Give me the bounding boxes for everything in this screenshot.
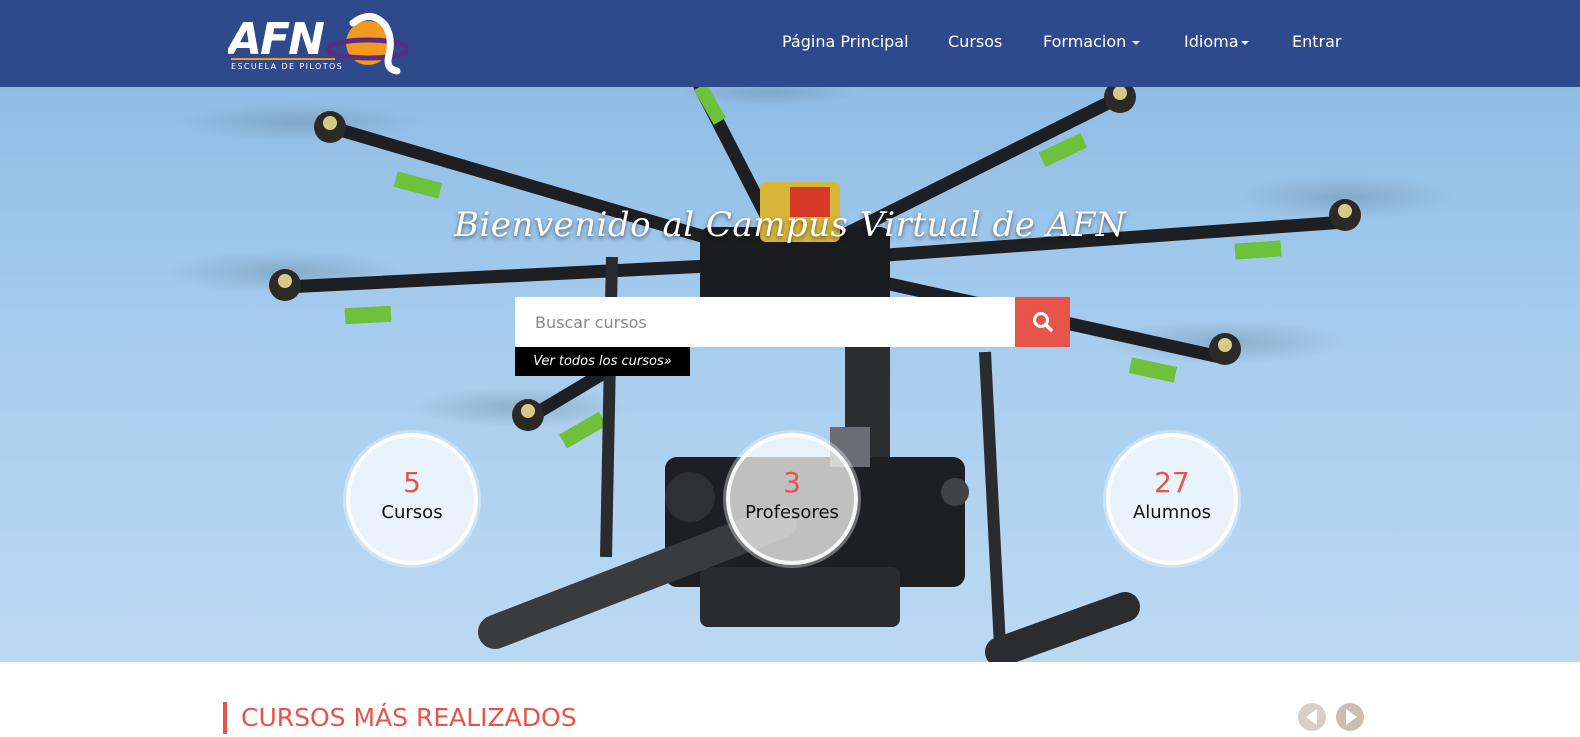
carousel-prev-button[interactable] <box>1298 703 1326 731</box>
stat-students-number: 27 <box>1154 466 1190 499</box>
carousel-next-button[interactable] <box>1336 703 1364 731</box>
nav-home[interactable]: Página Principal <box>782 31 909 53</box>
nav-courses[interactable]: Cursos <box>948 31 1002 53</box>
section-title-popular-courses: CURSOS MÁS REALIZADOS <box>223 702 577 734</box>
nav-language-dropdown[interactable]: Idioma <box>1184 31 1249 53</box>
stat-teachers-number: 3 <box>783 466 801 499</box>
caret-down-icon <box>1240 40 1249 45</box>
search-icon <box>1032 312 1053 332</box>
stat-courses: 5 Cursos <box>346 433 478 565</box>
stat-teachers-label: Profesores <box>745 502 839 523</box>
view-all-courses-link[interactable]: Ver todos los cursos» <box>515 347 690 376</box>
hero-title: Bienvenido al Campus Virtual de AFN <box>453 205 1127 245</box>
stat-teachers: 3 Profesores <box>726 433 858 565</box>
nav-formacion-label: Formacion <box>1043 32 1127 51</box>
top-navbar: AFN ESCUELA DE PILOTOS Página Principal … <box>0 0 1580 87</box>
caret-down-icon <box>1132 40 1141 45</box>
chevron-left-icon <box>1305 709 1317 725</box>
nav-login[interactable]: Entrar <box>1292 31 1341 53</box>
course-search-input[interactable] <box>515 297 995 347</box>
stat-courses-number: 5 <box>403 466 421 499</box>
search-button[interactable] <box>1015 297 1070 347</box>
drone-background-image <box>165 87 1455 662</box>
chevron-right-icon <box>1346 709 1357 725</box>
hero-banner: Bienvenido al Campus Virtual de AFN Ver … <box>0 87 1580 662</box>
stat-courses-label: Cursos <box>381 502 443 523</box>
nav-formacion-dropdown[interactable]: Formacion <box>1043 31 1141 53</box>
stat-students: 27 Alumnos <box>1106 433 1238 565</box>
nav-language-label: Idioma <box>1184 32 1239 51</box>
stat-students-label: Alumnos <box>1132 502 1212 523</box>
course-search-form <box>515 297 1070 347</box>
main-nav: Página Principal Cursos Formacion Idioma… <box>0 0 1580 87</box>
